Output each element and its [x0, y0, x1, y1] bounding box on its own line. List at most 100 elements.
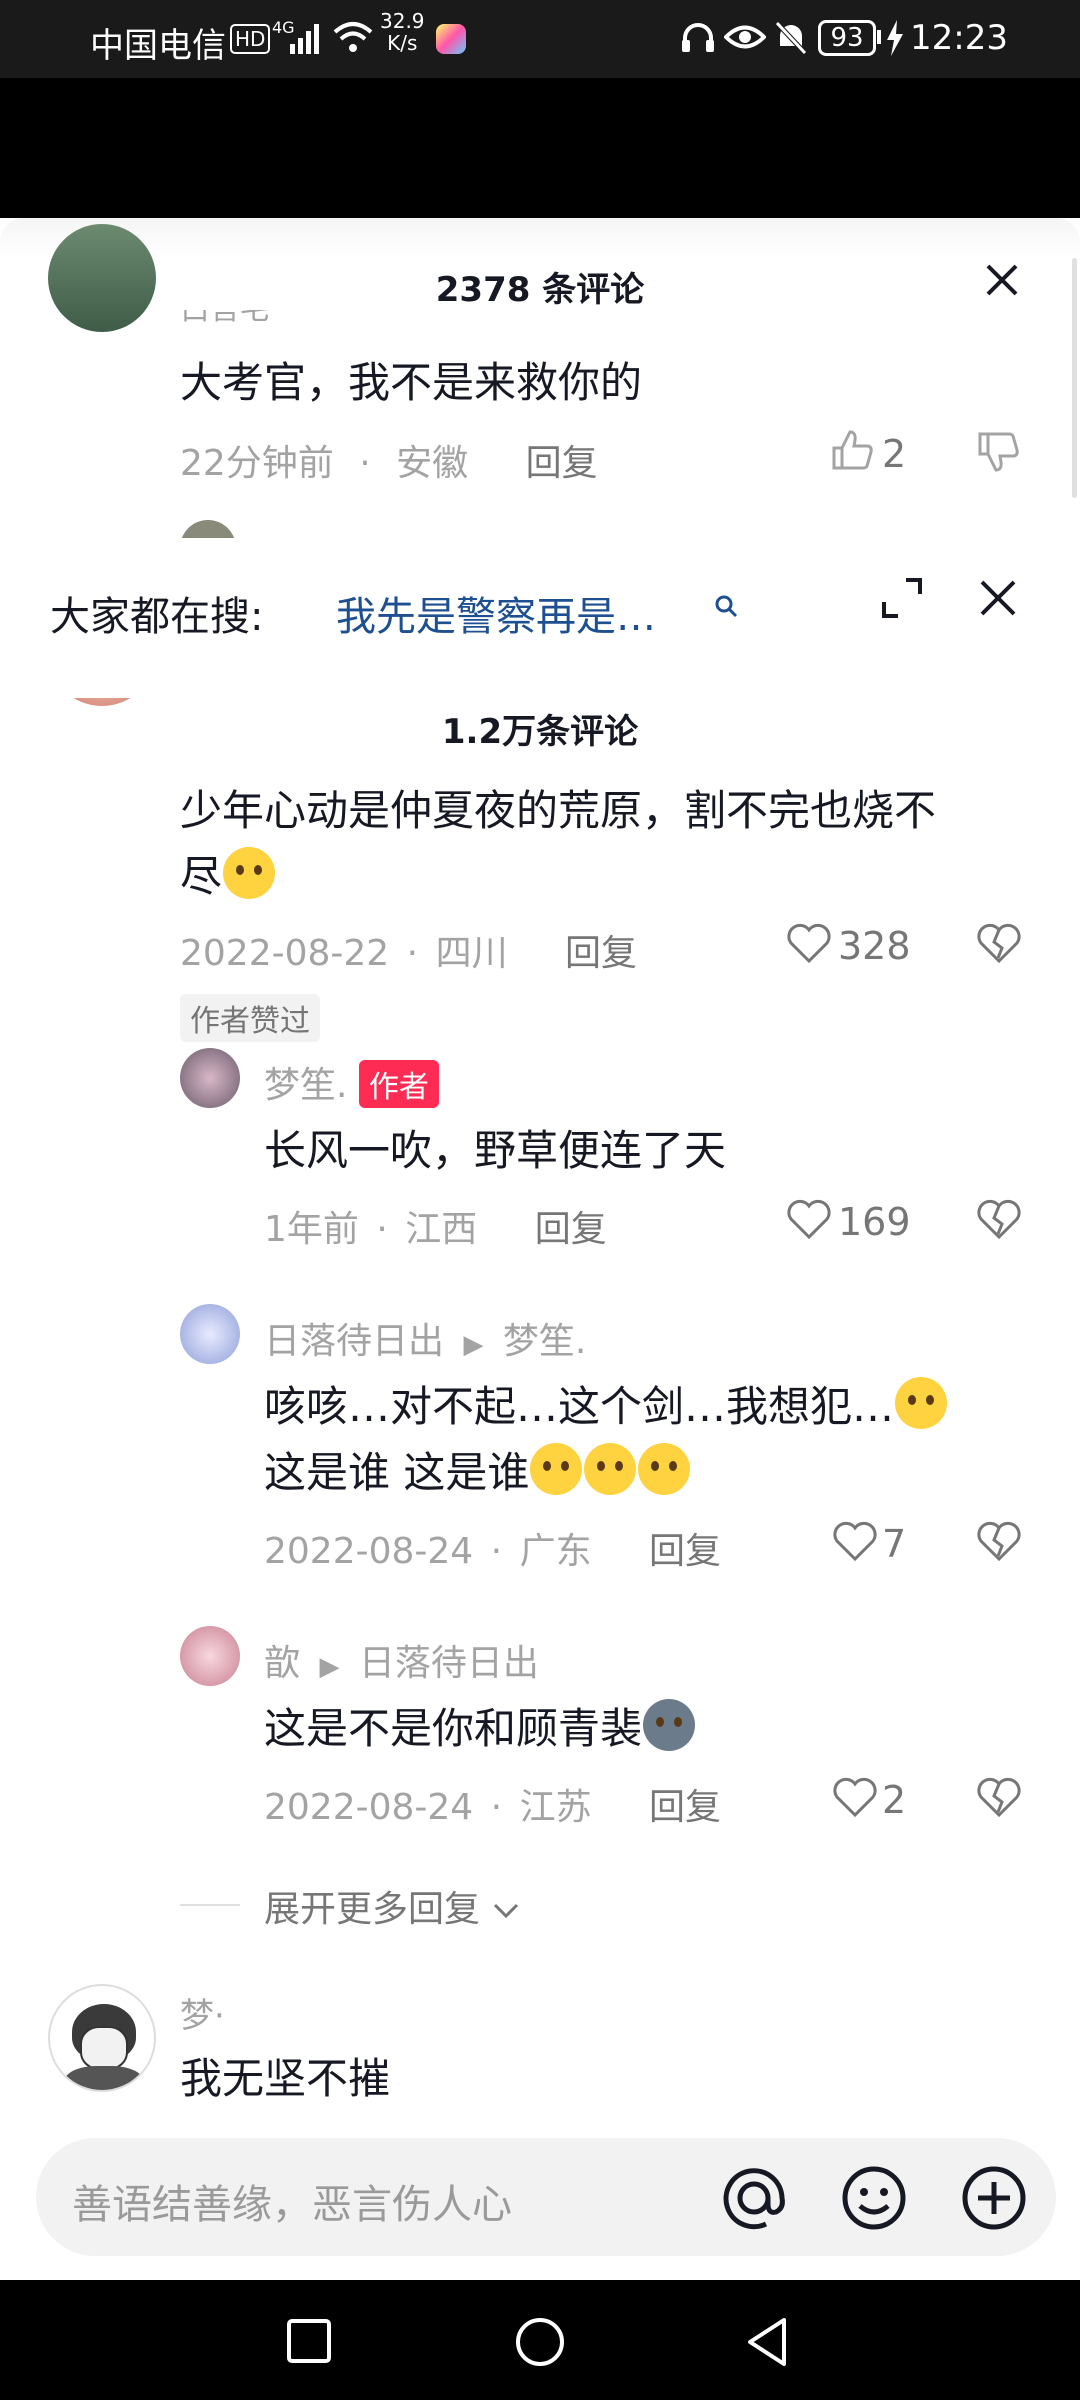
- avatar[interactable]: [180, 520, 236, 538]
- clock: 12:23: [910, 18, 1008, 58]
- divider: [180, 1904, 240, 1906]
- heart-icon[interactable]: [832, 1520, 878, 1562]
- reply-location: 江西: [405, 1209, 478, 1250]
- charging-icon: [887, 20, 903, 56]
- expand-replies-label: 展开更多回复: [264, 1889, 481, 1930]
- comment-username[interactable]: 白菩宅: [180, 310, 270, 324]
- pleading-emoji-icon: [895, 1377, 948, 1429]
- reply-date: 2022-08-24: [264, 1787, 474, 1828]
- reply-date: 2022-08-24: [264, 1531, 474, 1572]
- comment-text[interactable]: 我无坚不摧: [180, 2046, 390, 2112]
- scrollbar[interactable]: [1072, 258, 1077, 498]
- comment-username[interactable]: 梦·: [180, 1988, 225, 2037]
- avatar[interactable]: [48, 1984, 156, 2092]
- reply-to-username[interactable]: 日落待日出: [359, 1643, 539, 1684]
- close-icon[interactable]: [978, 578, 1018, 618]
- back-icon[interactable]: [744, 2316, 790, 2368]
- chevron-down-icon: [494, 1903, 519, 1919]
- reply-button[interactable]: 回复: [535, 1209, 607, 1250]
- hd-icon: HD: [230, 24, 271, 54]
- dog-emoji-icon: [643, 1699, 696, 1751]
- comment-sheet: 大家都在搜: 我先是警察再是… 1.2万条评论 少年心动是仲夏夜的荒原，割不完也…: [0, 538, 1080, 2278]
- crying-emoji-icon: [223, 847, 276, 899]
- status-bar: 中国电信 HD 4G 32.9 K/s 93 12:23: [0, 0, 1080, 78]
- reply-username[interactable]: 歆: [264, 1643, 300, 1684]
- carrier-name: 中国电信: [90, 26, 226, 66]
- author-liked-tag: 作者赞过: [180, 994, 320, 1042]
- pleading-emoji-icon: [584, 1443, 637, 1495]
- like-count: 169: [838, 1200, 911, 1244]
- reply-text-line2[interactable]: 这是谁 这是谁: [264, 1448, 529, 1497]
- heart-icon[interactable]: [786, 922, 832, 964]
- wifi-icon: [333, 22, 373, 52]
- sheet-top-shadow: [0, 218, 1080, 258]
- like-count: 7: [882, 1522, 907, 1566]
- search-suggestion[interactable]: 我先是警察再是…: [336, 584, 656, 642]
- reply-button[interactable]: 回复: [526, 443, 598, 484]
- pleading-emoji-icon: [638, 1443, 691, 1495]
- comment-count-title: 2378 条评论: [435, 270, 645, 310]
- battery-level: 93: [818, 20, 876, 56]
- recent-apps-icon[interactable]: [286, 2318, 332, 2364]
- comment-input-bar[interactable]: 善语结善缘，恶言伤人心: [36, 2138, 1056, 2256]
- comment-date: 2022-08-22: [180, 933, 390, 974]
- heart-icon[interactable]: [832, 1776, 878, 1818]
- reply-username[interactable]: 梦笙.: [264, 1065, 347, 1106]
- expand-replies-button[interactable]: 展开更多回复: [264, 1880, 521, 1932]
- avatar[interactable]: [48, 224, 156, 332]
- speed-unit: K/s: [387, 31, 418, 55]
- comment-count-title: 1.2万条评论: [441, 712, 639, 752]
- expand-icon[interactable]: [880, 576, 924, 620]
- heart-icon[interactable]: [786, 1198, 832, 1240]
- reply-location: 江苏: [519, 1787, 592, 1828]
- reply-arrow-icon: ▶: [319, 1652, 340, 1682]
- comment-input-placeholder[interactable]: 善语结善缘，恶言伤人心: [72, 2172, 512, 2230]
- reply-text[interactable]: 这是不是你和顾青裴: [264, 1704, 642, 1753]
- home-icon[interactable]: [514, 2316, 566, 2368]
- author-badge: 作者: [358, 1060, 439, 1108]
- battery-tip: [877, 30, 881, 44]
- avatar[interactable]: [180, 1048, 240, 1108]
- emoji-icon[interactable]: [840, 2164, 908, 2232]
- broken-heart-icon[interactable]: [976, 1198, 1022, 1240]
- reply-button[interactable]: 回复: [565, 933, 637, 974]
- pleading-emoji-icon: [530, 1443, 583, 1495]
- search-icon[interactable]: [712, 592, 740, 620]
- reply-button[interactable]: 回复: [649, 1531, 721, 1572]
- comment-time: 22分钟前: [180, 443, 334, 484]
- comment-location: 四川: [435, 933, 508, 974]
- system-nav-bar: [0, 2280, 1080, 2400]
- comment-location: 安徽: [396, 443, 469, 484]
- reply-text-line1[interactable]: 咳咳…对不起…这个剑…我想犯…: [264, 1382, 894, 1431]
- reply-text[interactable]: 长风一吹，野草便连了天: [264, 1118, 726, 1184]
- like-count: 2: [882, 432, 907, 476]
- comment-text[interactable]: 大考官，我不是来救你的: [180, 350, 642, 416]
- eye-icon: [724, 25, 766, 49]
- reply-button[interactable]: 回复: [649, 1787, 721, 1828]
- like-count: 2: [882, 1778, 907, 1822]
- broken-heart-icon[interactable]: [976, 1520, 1022, 1562]
- reply-username[interactable]: 日落待日出: [264, 1321, 444, 1362]
- avatar[interactable]: [180, 1626, 240, 1686]
- avatar[interactable]: [180, 1304, 240, 1364]
- close-icon[interactable]: [984, 262, 1020, 298]
- reply-arrow-icon: ▶: [463, 1330, 484, 1360]
- search-label: 大家都在搜:: [50, 594, 264, 640]
- reply-location: 广东: [519, 1531, 592, 1572]
- add-icon[interactable]: [960, 2164, 1028, 2232]
- reply-date: 1年前: [264, 1209, 359, 1250]
- thumb-up-icon[interactable]: [830, 428, 874, 472]
- headphones-icon: [682, 23, 714, 52]
- app-icon: [436, 24, 466, 54]
- video-area[interactable]: [0, 78, 1080, 218]
- thumb-down-icon[interactable]: [976, 430, 1020, 474]
- broken-heart-icon[interactable]: [976, 922, 1022, 964]
- reply-to-username[interactable]: 梦笙.: [503, 1321, 586, 1362]
- broken-heart-icon[interactable]: [976, 1776, 1022, 1818]
- comment-sheet-overlay: 2378 条评论 白菩宅 大考官，我不是来救你的 22分钟前 · 安徽 回复 2: [0, 218, 1080, 538]
- mute-bell-icon: [775, 21, 807, 55]
- comment-text-line2[interactable]: 尽: [180, 852, 222, 901]
- comment-text-line1[interactable]: 少年心动是仲夏夜的荒原，割不完也烧不: [180, 786, 936, 835]
- signal-icon: [290, 24, 319, 54]
- at-icon[interactable]: [720, 2164, 788, 2232]
